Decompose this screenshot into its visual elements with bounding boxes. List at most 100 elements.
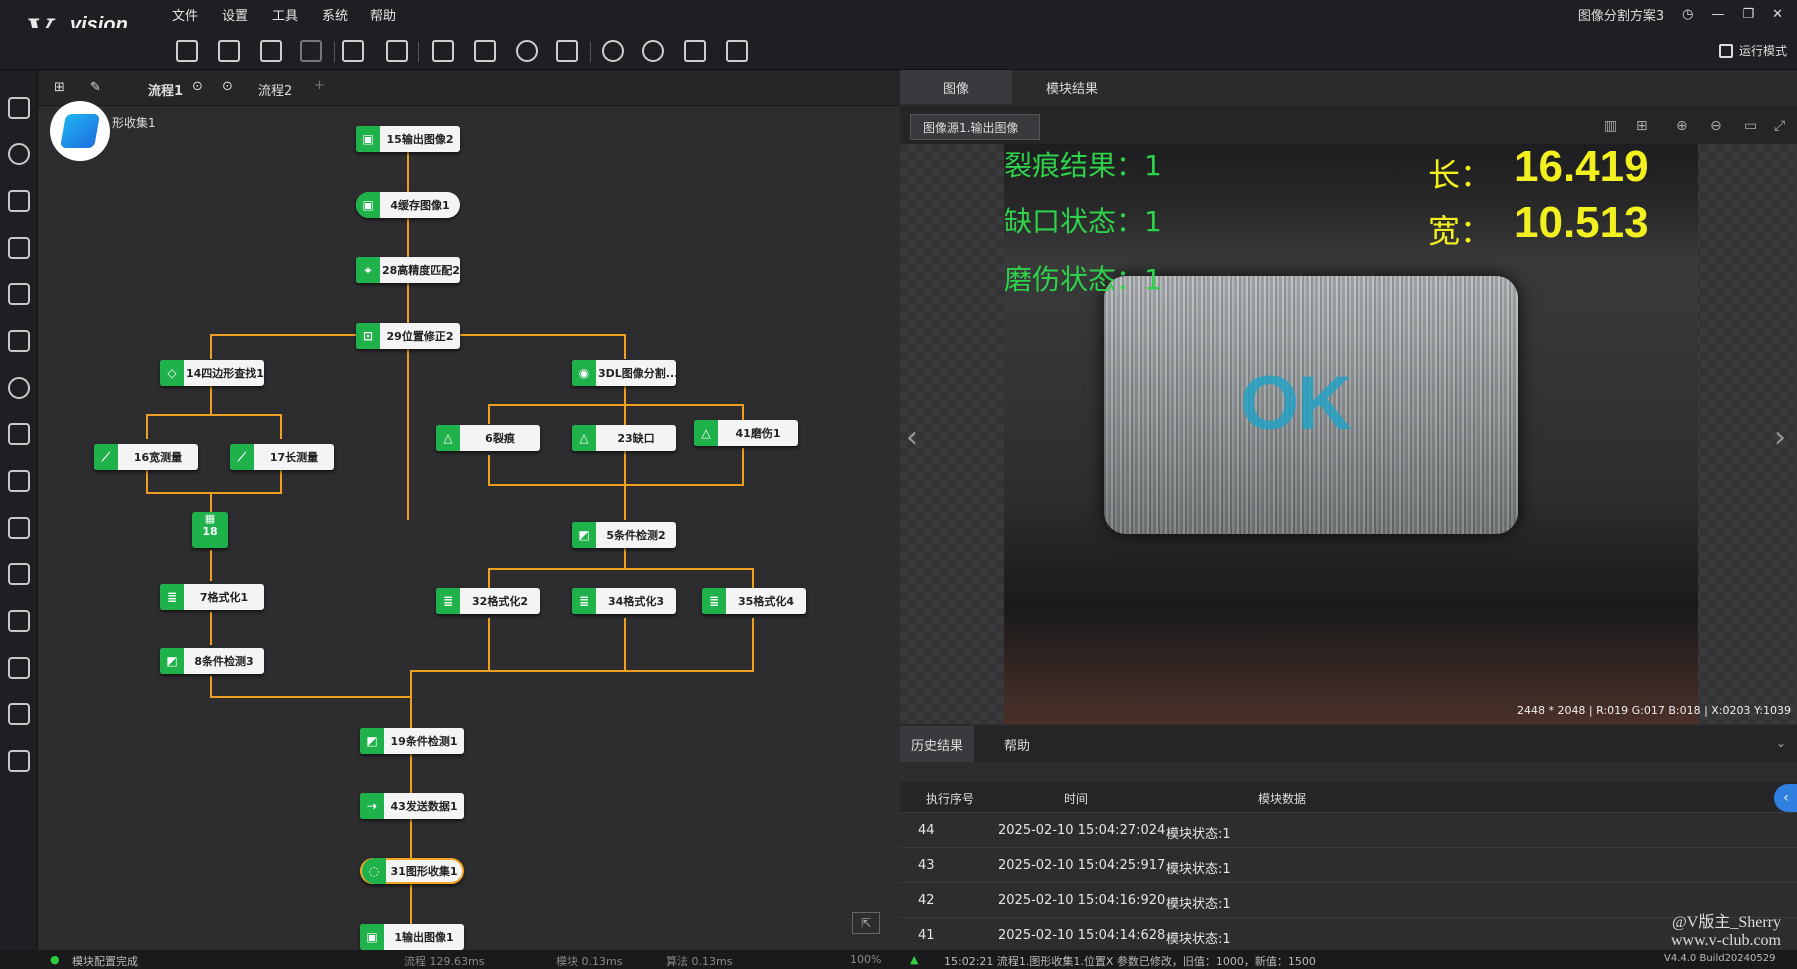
fullscreen-icon[interactable]: ⤢: [1774, 118, 1785, 134]
node-15-output-image2[interactable]: ▣ 15输出图像2: [356, 126, 460, 152]
node-35-format4[interactable]: ≣ 35格式化4: [702, 588, 806, 614]
export-icon[interactable]: [300, 40, 322, 62]
tab-flow1[interactable]: 流程1: [148, 80, 183, 99]
table-row[interactable]: 41 2025-02-10 15:04:14:628 模块状态:1: [900, 917, 1797, 950]
table-row[interactable]: 44 2025-02-10 15:04:27:024 模块状态:1: [900, 812, 1797, 847]
zoom-out-icon[interactable]: ⊖: [1710, 118, 1722, 134]
shape-collect-icon: ◌: [362, 858, 386, 884]
format-icon: ≣: [436, 588, 460, 614]
chevron-down-icon[interactable]: ⌄: [1776, 736, 1786, 750]
node-34-format3[interactable]: ≣ 34格式化3: [572, 588, 676, 614]
close-button[interactable]: ✕: [1772, 7, 1783, 22]
menu-bar: [0, 0, 1797, 28]
locate-icon[interactable]: [8, 143, 30, 165]
toolbar-separator: [418, 42, 419, 62]
menu-settings[interactable]: 设置: [222, 5, 248, 24]
logic-tool-icon[interactable]: [8, 470, 30, 492]
run-once-icon[interactable]: [602, 40, 624, 62]
col-time: 时间: [1064, 792, 1089, 806]
grid-icon[interactable]: ⊞: [1636, 118, 1648, 134]
table-row[interactable]: 42 2025-02-10 15:04:16:920 模块状态:1: [900, 882, 1797, 917]
calendar-icon[interactable]: [342, 40, 364, 62]
node-14-quad-find1[interactable]: ◇ 14四边形查找1: [160, 360, 264, 386]
length-label: 长：: [1428, 156, 1493, 194]
zoom-in-icon[interactable]: ⊕: [1676, 118, 1688, 134]
history-icon[interactable]: ◷: [1682, 7, 1693, 22]
node-43-send-data1[interactable]: ⇢ 43发送数据1: [360, 793, 464, 819]
tab-module-result[interactable]: 模块结果: [1012, 70, 1132, 104]
fit-icon[interactable]: ▭: [1744, 118, 1757, 134]
measure-icon[interactable]: [8, 190, 30, 212]
communication-icon[interactable]: [516, 40, 538, 62]
if-logic-icon[interactable]: [8, 703, 30, 725]
compare-icon[interactable]: [8, 610, 30, 632]
flow-tree-icon[interactable]: ⊞: [54, 80, 65, 95]
wrench-icon[interactable]: ✎: [90, 80, 101, 95]
node-31-shape-collect1[interactable]: ◌ 31图形收集1: [360, 858, 464, 884]
node-7-format1[interactable]: ≣ 7格式化1: [160, 584, 264, 610]
menu-system[interactable]: 系统: [322, 5, 348, 24]
node-32-format2[interactable]: ≣ 32格式化2: [436, 588, 540, 614]
add-flow-button[interactable]: +: [314, 78, 325, 93]
image-source-select[interactable]: 图像源1.输出图像: [910, 114, 1040, 140]
draw-icon[interactable]: [8, 657, 30, 679]
image-processing-icon[interactable]: [8, 237, 30, 259]
defect-detect-icon[interactable]: [8, 563, 30, 585]
script-icon[interactable]: [556, 40, 578, 62]
node-16-width-measure[interactable]: ⟋ 16宽测量: [94, 444, 198, 470]
tab-history[interactable]: 历史结果: [900, 726, 974, 762]
tab-image[interactable]: 图像: [900, 70, 1012, 104]
node-17-length-measure[interactable]: ⟋ 17长测量: [230, 444, 334, 470]
node-19-condition-check1[interactable]: ◩ 19条件检测1: [360, 728, 464, 754]
node-1-output-image1[interactable]: ▣ 1输出图像1: [360, 924, 464, 950]
node-5-condition-check2[interactable]: ◩ 5条件检测2: [572, 522, 676, 548]
run-mode-button[interactable]: 运行模式: [1718, 42, 1787, 59]
import-icon[interactable]: [260, 40, 282, 62]
color-process-icon[interactable]: [8, 517, 30, 539]
run-loop-icon[interactable]: [642, 40, 664, 62]
calibration-icon[interactable]: [8, 330, 30, 352]
node-4-cache-image1[interactable]: ▣ 4缓存图像1: [356, 192, 460, 218]
node-18-calculator[interactable]: ▦ 18: [192, 512, 228, 548]
io-icon[interactable]: [474, 40, 496, 62]
tab-help[interactable]: 帮助: [982, 726, 1052, 762]
variable-icon[interactable]: [432, 40, 454, 62]
prev-image-arrow[interactable]: ‹: [906, 420, 918, 455]
expand-panel-button[interactable]: ‹: [1774, 784, 1797, 812]
flow1-loop-icon[interactable]: ⊙: [222, 79, 233, 94]
layout-icon[interactable]: ▥: [1604, 118, 1617, 134]
menu-help[interactable]: 帮助: [370, 5, 396, 24]
dl-segment-icon: ◉: [572, 360, 596, 386]
flow1-run-icon[interactable]: ⊙: [192, 79, 203, 94]
tab-flow2[interactable]: 流程2: [258, 80, 292, 99]
edit-icon[interactable]: [726, 40, 748, 62]
restore-button[interactable]: ❐: [1742, 7, 1754, 22]
node-28-hp-match2[interactable]: ⌖ 28高精度匹配2: [356, 257, 460, 283]
flow-canvas[interactable]: [38, 106, 900, 950]
deep-learning-icon[interactable]: [8, 423, 30, 445]
save-icon[interactable]: [176, 40, 198, 62]
node-6-crack[interactable]: △ 6裂痕: [436, 425, 540, 451]
node-23-notch[interactable]: △ 23缺口: [572, 425, 676, 451]
floating-assistant-icon[interactable]: [50, 101, 110, 161]
measure-line-icon: ⟋: [230, 444, 254, 470]
recognition-icon[interactable]: [8, 283, 30, 305]
table-row[interactable]: 43 2025-02-10 15:04:25:917 模块状态:1: [900, 847, 1797, 882]
collapse-corner-icon[interactable]: ⇱: [852, 912, 880, 934]
node-8-condition-check3[interactable]: ◩ 8条件检测3: [160, 648, 264, 674]
camera-icon[interactable]: [386, 40, 408, 62]
node-41-wear1[interactable]: △ 41磨伤1: [694, 420, 798, 446]
status-bar: ● 模块配置完成 流程 129.63ms 模块 0.13ms 算法 0.13ms…: [0, 950, 1797, 969]
menu-tools[interactable]: 工具: [272, 5, 298, 24]
node-3-dl-segment[interactable]: ◉ 3DL图像分割...: [572, 360, 676, 386]
settings-list-icon[interactable]: [8, 750, 30, 772]
open-folder-icon[interactable]: [218, 40, 240, 62]
node-29-position-fix2[interactable]: ⊡ 29位置修正2: [356, 323, 460, 349]
next-image-arrow[interactable]: ›: [1774, 420, 1786, 455]
image-acquire-icon[interactable]: [8, 97, 30, 119]
wear-status-text: 磨伤状态：1: [1004, 263, 1162, 296]
alignment-icon[interactable]: [8, 377, 30, 399]
minimize-button[interactable]: —: [1711, 7, 1724, 22]
menu-file[interactable]: 文件: [172, 5, 198, 24]
list-icon[interactable]: [684, 40, 706, 62]
